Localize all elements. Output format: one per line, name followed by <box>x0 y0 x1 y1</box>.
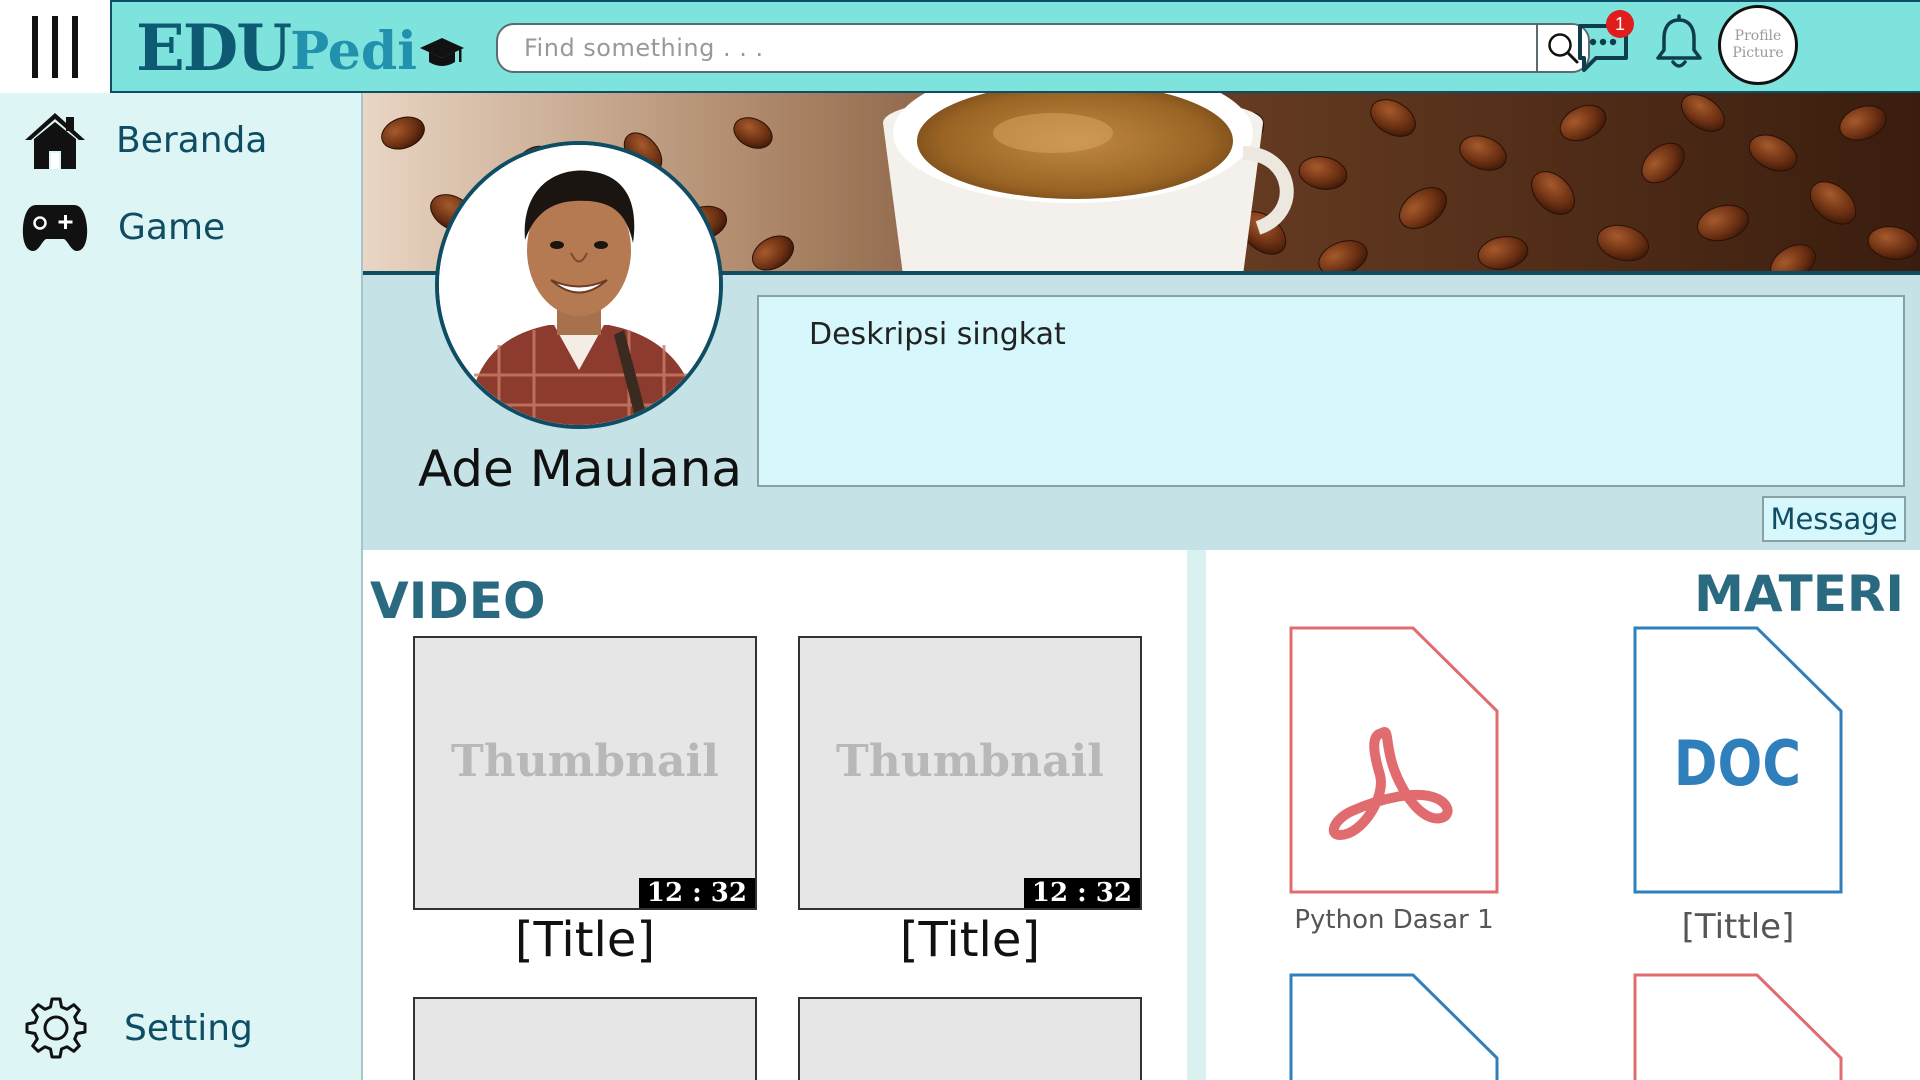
video-title: [Title] <box>514 912 656 968</box>
profile-name: Ade Maulana <box>417 440 743 498</box>
video-section-title: VIDEO <box>370 572 546 630</box>
doc-badge-text: DOC <box>1674 728 1801 800</box>
materi-section-title: MATERI <box>1694 565 1904 623</box>
sidebar-item-beranda[interactable]: Beranda <box>0 107 267 173</box>
file-icon <box>1289 973 1499 1080</box>
video-duration: 12 : 32 <box>1023 878 1140 908</box>
thumbnail-placeholder-text: Thumbnail <box>836 736 1104 787</box>
gamepad-icon <box>22 205 88 251</box>
section-divider <box>1187 550 1206 1080</box>
sidebar-item-label: Setting <box>124 1007 253 1049</box>
profile-description-box: Deskripsi singkat <box>757 295 1905 487</box>
video-thumbnail: Thumbnail 12 : 32 <box>798 636 1142 910</box>
home-icon <box>25 113 85 169</box>
video-thumbnail: Thumbnail 12 : 32 <box>413 636 757 910</box>
materi-label: Python Dasar 1 <box>1294 905 1494 935</box>
materi-label: [Tittle] <box>1681 907 1795 947</box>
video-thumbnail <box>413 997 757 1080</box>
gear-icon <box>25 997 87 1059</box>
video-card[interactable] <box>798 997 1142 1080</box>
materi-card[interactable] <box>1632 972 1844 1080</box>
video-card[interactable] <box>413 997 757 1080</box>
video-card[interactable]: Thumbnail 12 : 32 [Title] <box>413 636 757 976</box>
materi-card[interactable]: Python Dasar 1 <box>1288 625 1500 935</box>
avatar-photo <box>439 145 719 425</box>
bell-icon[interactable] <box>1652 14 1706 74</box>
graduation-cap-icon <box>420 38 464 66</box>
video-title: [Title] <box>899 912 1041 968</box>
video-thumbnail <box>798 997 1142 1080</box>
profile-description: Deskripsi singkat <box>809 317 1066 352</box>
pdf-file-icon <box>1289 626 1499 894</box>
sidebar-item-label: Beranda <box>116 119 268 161</box>
thumbnail-placeholder-text: Thumbnail <box>451 736 719 787</box>
hamburger-icon <box>32 15 78 78</box>
video-section: VIDEO Thumbnail 12 : 32 [Title] Thumbnai… <box>363 550 1186 1080</box>
doc-file-icon: DOC <box>1633 626 1843 894</box>
sidebar: Beranda Game Setting <box>0 93 363 1080</box>
file-icon <box>1633 973 1843 1080</box>
message-button[interactable]: Message <box>1762 496 1906 542</box>
chat-notification-badge: 1 <box>1606 10 1634 38</box>
sidebar-item-game[interactable]: Game <box>0 201 225 253</box>
search-input[interactable] <box>498 25 1536 71</box>
top-bar: EDU Pedi <box>110 0 1920 93</box>
sidebar-item-setting[interactable]: Setting <box>0 996 253 1060</box>
sidebar-item-label: Game <box>118 206 226 248</box>
logo-pedi-text: Pedi <box>290 20 417 82</box>
logo-edu-text: EDU <box>136 10 292 86</box>
menu-button[interactable] <box>0 0 110 93</box>
profile-picture-button[interactable]: Profile Picture <box>1718 5 1798 85</box>
video-card[interactable]: Thumbnail 12 : 32 [Title] <box>798 636 1142 976</box>
search-bar <box>496 23 1590 73</box>
materi-card[interactable] <box>1288 972 1500 1080</box>
materi-card[interactable]: DOC [Tittle] <box>1632 625 1844 947</box>
avatar[interactable] <box>435 141 723 429</box>
materi-section: MATERI Python Dasar 1 DOC [Tittle] <box>1206 550 1920 1080</box>
app-logo[interactable]: EDU Pedi <box>136 10 465 86</box>
video-duration: 12 : 32 <box>638 878 755 908</box>
